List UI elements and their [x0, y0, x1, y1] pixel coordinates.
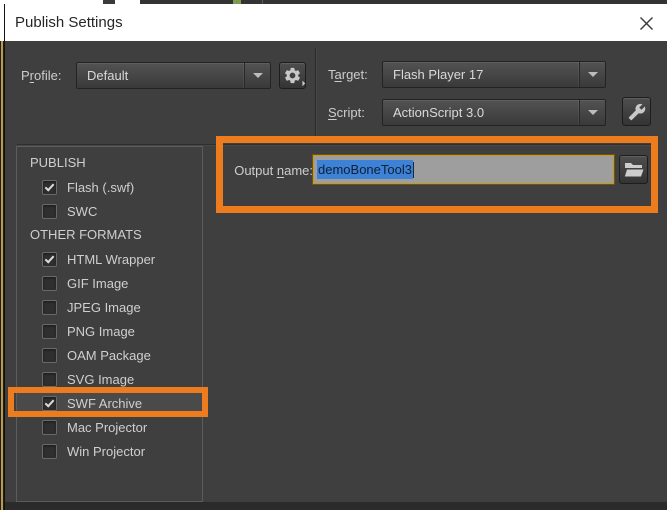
x-icon [639, 16, 653, 30]
background-left-gold-line [1, 41, 3, 510]
format-row[interactable]: JPEG Image [17, 295, 202, 319]
output-name-input[interactable]: demoBoneTool3 [313, 155, 614, 184]
checkbox-checked[interactable] [42, 395, 57, 411]
checkmark-icon [44, 252, 55, 264]
format-row[interactable]: GIF Image [17, 271, 202, 295]
profile-select[interactable]: Default [76, 62, 271, 89]
chevron-down-icon [252, 73, 263, 78]
format-section-heading: PUBLISH [30, 155, 86, 170]
checkbox-unchecked[interactable] [42, 299, 57, 315]
chevron-down-icon [587, 72, 598, 77]
checkmark-icon [44, 396, 55, 408]
profile-label: Profile: [21, 68, 62, 83]
checkbox-checked[interactable] [42, 179, 57, 195]
script-select-arrow[interactable] [579, 100, 605, 125]
script-settings-button[interactable] [622, 97, 651, 126]
format-row[interactable]: SWF Archive [17, 391, 202, 415]
target-select[interactable]: Flash Player 17 [382, 61, 606, 88]
profile-select-arrow[interactable] [244, 63, 270, 88]
checkbox-unchecked[interactable] [42, 347, 57, 363]
format-label: SWF Archive [67, 395, 143, 411]
output-name-value: demoBoneTool3 [317, 160, 413, 179]
checkbox-unchecked[interactable] [42, 323, 57, 339]
profile-options-button[interactable] [279, 62, 306, 89]
format-list: PUBLISH Flash (.swf) SWC OTHER FORMATS HTML … [16, 146, 203, 502]
script-label: Script: [328, 105, 365, 120]
format-row[interactable]: SVG Image [17, 367, 202, 391]
format-row[interactable]: Win Projector [17, 439, 202, 463]
target-select-value: Flash Player 17 [393, 67, 484, 82]
folder-open-icon [624, 162, 643, 176]
script-select-value: ActionScript 3.0 [393, 105, 485, 120]
wrench-icon [628, 103, 645, 120]
output-name-label: Output name: [234, 163, 313, 178]
format-label: Win Projector [67, 443, 146, 459]
dialog-body: Profile: Default Target: Flash Player 17… [5, 41, 667, 502]
format-row[interactable]: Flash (.swf) [17, 175, 202, 199]
format-section-heading: OTHER FORMATS [30, 227, 142, 242]
profile-select-value: Default [87, 68, 129, 83]
checkbox-unchecked[interactable] [42, 419, 57, 435]
publish-settings-dialog: Publish Settings Profile: Default Target… [4, 4, 667, 510]
format-label: PNG Image [67, 323, 135, 339]
checkbox-unchecked[interactable] [42, 275, 57, 291]
format-row[interactable]: OAM Package [17, 343, 202, 367]
format-label: JPEG Image [67, 299, 141, 315]
format-label: Mac Projector [67, 419, 148, 435]
format-label: OAM Package [67, 347, 151, 363]
close-button[interactable] [637, 14, 655, 32]
script-select[interactable]: ActionScript 3.0 [382, 99, 606, 126]
format-label: Flash (.swf) [67, 179, 135, 195]
checkbox-unchecked[interactable] [42, 203, 57, 219]
checkbox-unchecked[interactable] [42, 371, 57, 387]
checkmark-icon [44, 180, 55, 192]
section-divider-vertical [315, 48, 316, 138]
section-divider-horizontal [17, 144, 657, 145]
dialog-bottom-strip [5, 502, 667, 510]
chevron-down-icon [587, 110, 598, 115]
checkbox-unchecked[interactable] [42, 443, 57, 459]
format-row[interactable]: HTML Wrapper [17, 247, 202, 271]
target-label: Target: [328, 67, 368, 82]
dialog-titlebar: Publish Settings [5, 4, 667, 41]
format-label: SWC [67, 203, 98, 219]
text-caret [412, 161, 414, 178]
format-row[interactable]: Mac Projector [17, 415, 202, 439]
dialog-title: Publish Settings [15, 14, 123, 31]
checkbox-checked[interactable] [42, 251, 57, 267]
format-row[interactable]: SWC [17, 199, 202, 223]
target-select-arrow[interactable] [579, 62, 605, 87]
format-label: HTML Wrapper [67, 251, 156, 267]
screenshot-root: Publish Settings Profile: Default Target… [0, 0, 667, 510]
format-label: GIF Image [67, 275, 129, 291]
browse-output-button[interactable] [619, 155, 648, 184]
format-row[interactable]: PNG Image [17, 319, 202, 343]
format-label: SVG Image [67, 371, 135, 387]
